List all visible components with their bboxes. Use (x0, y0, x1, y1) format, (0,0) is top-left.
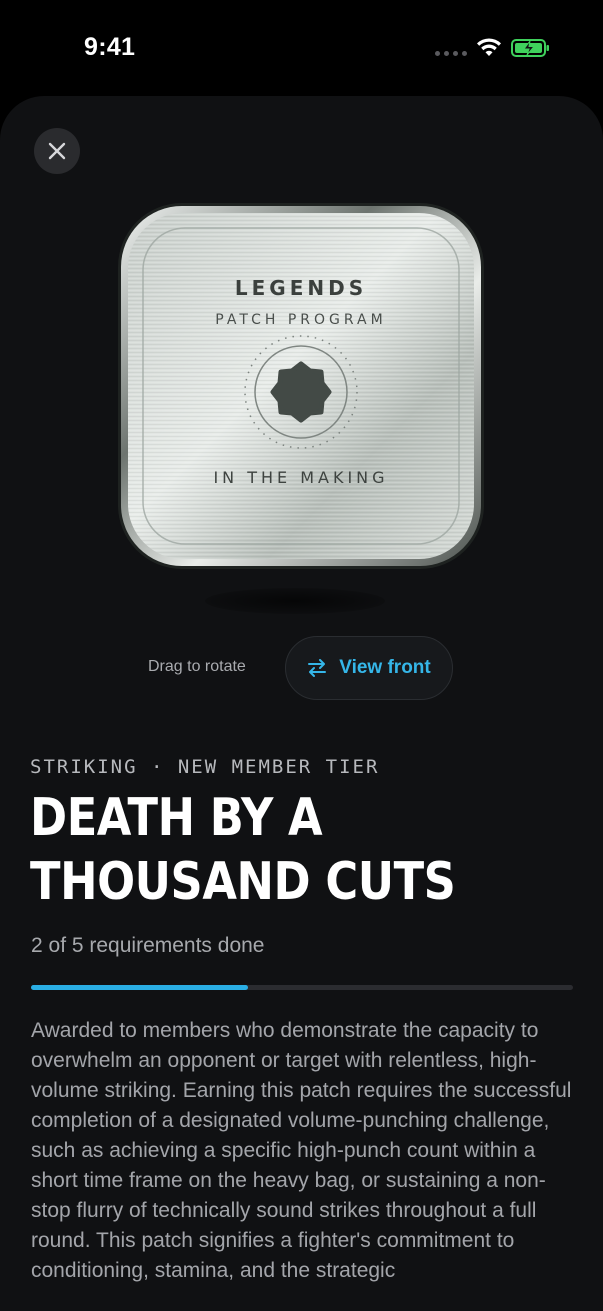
patch-description: Awarded to members who demonstrate the c… (31, 1019, 572, 1282)
status-icons (435, 38, 551, 58)
view-front-button[interactable]: View front (285, 636, 453, 700)
patch-title: LEGENDS (234, 276, 368, 300)
patch-shadow (205, 588, 385, 614)
patch-3d-viewer[interactable]: LEGENDS PATCH PROGRAM IN THE MAKING (117, 202, 485, 570)
battery-charging-icon (511, 39, 549, 57)
rotate-controls: Drag to rotate View front (0, 636, 603, 700)
status-time: 9:41 (84, 33, 136, 61)
patch-back-artwork (118, 203, 484, 569)
view-front-label: View front (339, 657, 431, 678)
cellular-signal-icon (435, 50, 467, 56)
patch-subtitle: PATCH PROGRAM (215, 312, 387, 328)
swap-arrows-icon (308, 659, 327, 677)
requirements-progress-fill (31, 985, 248, 990)
drag-to-rotate-hint: Drag to rotate (148, 658, 246, 675)
close-icon (48, 142, 66, 160)
requirements-progress-text: 2 of 5 requirements done (31, 934, 265, 957)
wifi-icon (477, 38, 501, 56)
requirements-progress-bar (31, 985, 573, 990)
patch-detail-sheet: LEGENDS PATCH PROGRAM IN THE MAKING Drag… (0, 96, 603, 1311)
status-bar: 9:41 (0, 0, 603, 96)
category-tier-label: STRIKING · NEW MEMBER TIER (30, 756, 380, 778)
patch-name-title: DEATH BY A THOUSAND CUTS (30, 788, 456, 912)
patch-bottom-text: IN THE MAKING (213, 468, 389, 487)
close-button[interactable] (34, 128, 80, 174)
